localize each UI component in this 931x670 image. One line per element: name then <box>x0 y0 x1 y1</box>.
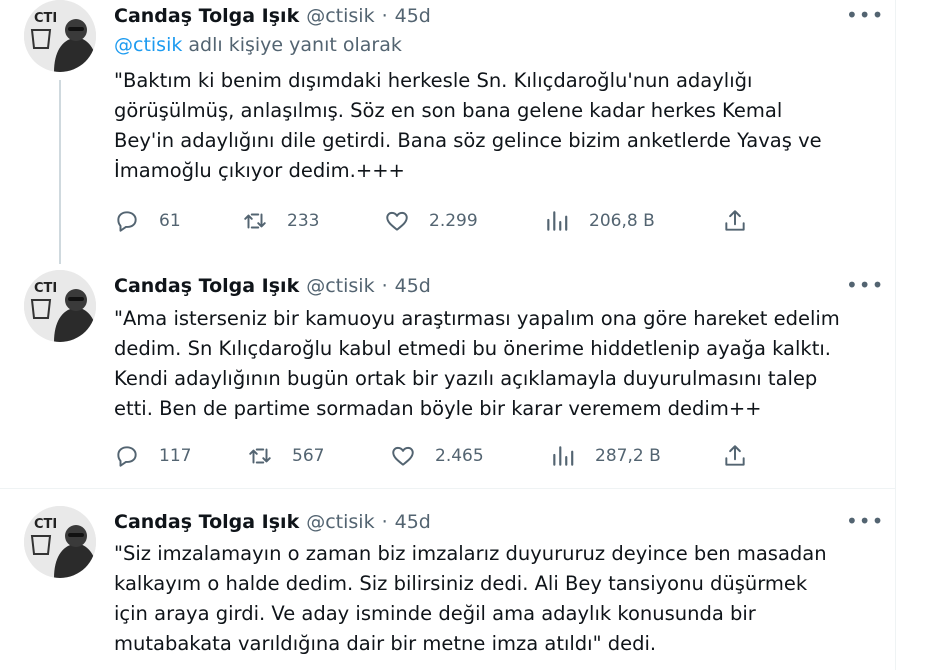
tweet-text-line: görüşülmüş, anlaşılmış. Söz en son bana … <box>114 99 783 122</box>
share-icon <box>722 208 748 234</box>
tweet-text-line: için araya girdi. Ve aday isminde değil … <box>114 602 756 625</box>
share-button[interactable] <box>722 205 748 237</box>
reply-button[interactable]: 61 <box>114 205 181 237</box>
tweet-text-line: "Siz imzalamayın o zaman biz imzalarız d… <box>114 542 827 565</box>
avatar-image: CTI <box>24 0 96 72</box>
tweet-header: Candaş Tolga Işık @ctisik · 45d <box>114 270 431 302</box>
tweet-text: "Ama isterseniz bir kamuoyu araştırması … <box>114 304 874 424</box>
views-count: 206,8 B <box>589 211 655 231</box>
tweet-time[interactable]: 45d <box>395 275 431 297</box>
avatar[interactable]: CTI <box>24 0 96 72</box>
share-button[interactable] <box>722 440 748 472</box>
reply-button[interactable]: 117 <box>114 440 191 472</box>
tweet-time[interactable]: 45d <box>395 511 431 533</box>
tweet-text-line: "Baktım ki benim dışımdaki herkesle Sn. … <box>114 69 753 92</box>
views-icon <box>544 208 570 234</box>
share-icon <box>722 443 748 469</box>
avatar[interactable]: CTI <box>24 270 96 342</box>
retweet-button[interactable]: 233 <box>242 205 319 237</box>
retweet-icon <box>247 443 273 469</box>
like-button[interactable]: 2.465 <box>390 440 484 472</box>
author-handle[interactable]: @ctisik <box>306 511 374 533</box>
tweet-header: Candaş Tolga Işık @ctisik · 45d <box>114 0 431 32</box>
avatar[interactable]: CTI <box>24 506 96 578</box>
avatar-image: CTI <box>24 270 96 342</box>
tweet-text-line: Bey'in adaylığını dile getirdi. Bana söz… <box>114 129 822 152</box>
tweet-text-line: mutabakata varıldığına dair bir metne im… <box>114 632 657 655</box>
reply-mention-link[interactable]: @ctisik <box>114 34 182 56</box>
views-button[interactable]: 206,8 B <box>544 205 655 237</box>
like-button[interactable]: 2.299 <box>384 205 478 237</box>
avatar-logo-text: CTI <box>34 11 57 26</box>
tweet-text-line: "Ama isterseniz bir kamuoyu araştırması … <box>114 307 840 330</box>
separator-dot: · <box>381 275 388 297</box>
avatar-logo-text: CTI <box>34 517 57 532</box>
more-icon[interactable]: ••• <box>846 3 884 27</box>
like-count: 2.299 <box>429 211 478 231</box>
reply-context: @ctisik adlı kişiye yanıt olarak <box>114 34 402 56</box>
reply-count: 61 <box>159 211 181 231</box>
timeline-right-border <box>895 0 896 670</box>
retweet-count: 233 <box>287 211 320 231</box>
tweet-text: "Siz imzalamayın o zaman biz imzalarız d… <box>114 539 874 659</box>
author-handle[interactable]: @ctisik <box>306 275 374 297</box>
avatar-logo-text: CTI <box>34 281 57 296</box>
reply-count: 117 <box>159 446 192 466</box>
separator-dot: · <box>381 511 388 533</box>
tweet-time[interactable]: 45d <box>395 5 431 27</box>
retweet-count: 567 <box>292 446 325 466</box>
tweet-actions: 117 567 2.465 287,2 B <box>114 440 754 472</box>
like-count: 2.465 <box>435 446 484 466</box>
tweet-actions: 61 233 2.299 206,8 B <box>114 205 754 237</box>
tweet-text-line: dedim. Sn Kılıçdaroğlu kabul etmedi bu ö… <box>114 337 831 360</box>
author-name[interactable]: Candaş Tolga Işık <box>114 511 299 533</box>
tweet-text: "Baktım ki benim dışımdaki herkesle Sn. … <box>114 66 874 186</box>
retweet-button[interactable]: 567 <box>247 440 324 472</box>
separator-dot: · <box>381 5 388 27</box>
reply-icon <box>114 443 140 469</box>
like-icon <box>384 208 410 234</box>
tweet-text-line: Kendi adaylığının bugün ortak bir yazılı… <box>114 367 818 390</box>
views-button[interactable]: 287,2 B <box>550 440 661 472</box>
reply-icon <box>114 208 140 234</box>
views-count: 287,2 B <box>595 446 661 466</box>
author-handle[interactable]: @ctisik <box>306 5 374 27</box>
like-icon <box>390 443 416 469</box>
avatar-image: CTI <box>24 506 96 578</box>
tweet-header: Candaş Tolga Işık @ctisik · 45d <box>114 506 431 538</box>
reply-context-text: adlı kişiye yanıt olarak <box>188 34 402 56</box>
more-icon[interactable]: ••• <box>846 273 884 297</box>
author-name[interactable]: Candaş Tolga Işık <box>114 5 299 27</box>
author-name[interactable]: Candaş Tolga Işık <box>114 275 299 297</box>
views-icon <box>550 443 576 469</box>
more-icon[interactable]: ••• <box>846 509 884 533</box>
tweet-text-line: İmamoğlu çıkıyor dedim.+++ <box>114 159 405 182</box>
tweet-text-line: kalkayım o halde dedim. Siz bilirsiniz d… <box>114 572 808 595</box>
retweet-icon <box>242 208 268 234</box>
tweet-text-line: etti. Ben de partime sormadan böyle bir … <box>114 397 762 420</box>
